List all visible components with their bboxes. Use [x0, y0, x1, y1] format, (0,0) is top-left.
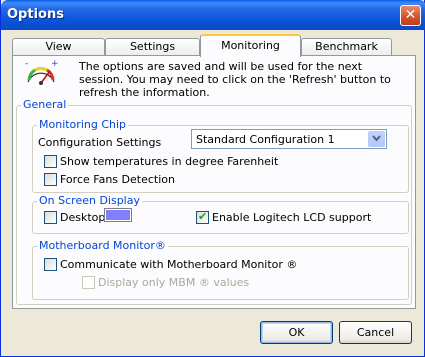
- config-settings-value: Standard Configuration 1: [196, 133, 335, 146]
- cancel-button-label: Cancel: [356, 326, 395, 339]
- gauge-icon: - +: [25, 59, 59, 85]
- tab-monitoring-label: Monitoring: [221, 39, 280, 52]
- communicate-mbm-label[interactable]: Communicate with Motherboard Monitor ®: [60, 258, 297, 271]
- logitech-lcd-checkbox[interactable]: [196, 210, 209, 224]
- tab-bar: View Settings Monitoring Benchmark: [12, 34, 415, 57]
- ok-button-label: OK: [288, 326, 305, 339]
- display-only-mbm-checkbox[interactable]: [82, 276, 95, 289]
- title-bar[interactable]: Options ✕: [1, 0, 425, 30]
- config-settings-label: Configuration Settings: [38, 136, 162, 149]
- svg-text:-: -: [25, 59, 28, 69]
- display-only-mbm-label[interactable]: Display only MBM ® values: [98, 276, 249, 289]
- tab-benchmark[interactable]: Benchmark: [301, 38, 392, 56]
- force-fans-checkbox[interactable]: [44, 173, 57, 186]
- logitech-lcd-label[interactable]: Enable Logitech LCD support: [212, 211, 371, 224]
- force-fans-label[interactable]: Force Fans Detection: [60, 173, 175, 186]
- monitoring-chip-group-title: Monitoring Chip: [37, 118, 129, 131]
- tab-monitoring[interactable]: Monitoring: [200, 34, 301, 57]
- tab-benchmark-label: Benchmark: [315, 40, 378, 53]
- osd-group-title: On Screen Display: [37, 194, 142, 207]
- tab-view[interactable]: View: [12, 38, 105, 56]
- mbm-group: Motherboard Monitor®: [32, 240, 409, 300]
- general-group-title: General: [21, 98, 69, 111]
- communicate-mbm-checkbox[interactable]: [44, 258, 57, 271]
- ok-button[interactable]: OK: [260, 321, 333, 344]
- mbm-group-title: Motherboard Monitor®: [37, 239, 168, 252]
- desktop-label[interactable]: Desktop: [60, 211, 105, 224]
- options-dialog: Options ✕ View Settings Monitoring Bench…: [0, 0, 425, 357]
- window-title: Options: [7, 7, 64, 22]
- tab-view-label: View: [45, 40, 72, 53]
- chevron-down-icon: [372, 135, 381, 142]
- tab-settings[interactable]: Settings: [105, 38, 200, 56]
- tab-settings-label: Settings: [129, 40, 176, 53]
- svg-text:+: +: [51, 59, 59, 69]
- config-settings-select[interactable]: Standard Configuration 1: [191, 129, 387, 149]
- desktop-color-swatch[interactable]: [104, 208, 132, 222]
- fahrenheit-checkbox[interactable]: [44, 155, 57, 168]
- info-text: The options are saved and will be used f…: [79, 60, 391, 99]
- close-button[interactable]: ✕: [400, 5, 421, 26]
- monitoring-panel: - + The options are saved and will be us…: [12, 55, 416, 309]
- close-icon: ✕: [404, 7, 417, 23]
- dropdown-button[interactable]: [368, 131, 385, 147]
- cancel-button[interactable]: Cancel: [339, 321, 412, 344]
- fahrenheit-label[interactable]: Show temperatures in degree Farenheit: [60, 155, 278, 168]
- desktop-checkbox[interactable]: [44, 211, 57, 224]
